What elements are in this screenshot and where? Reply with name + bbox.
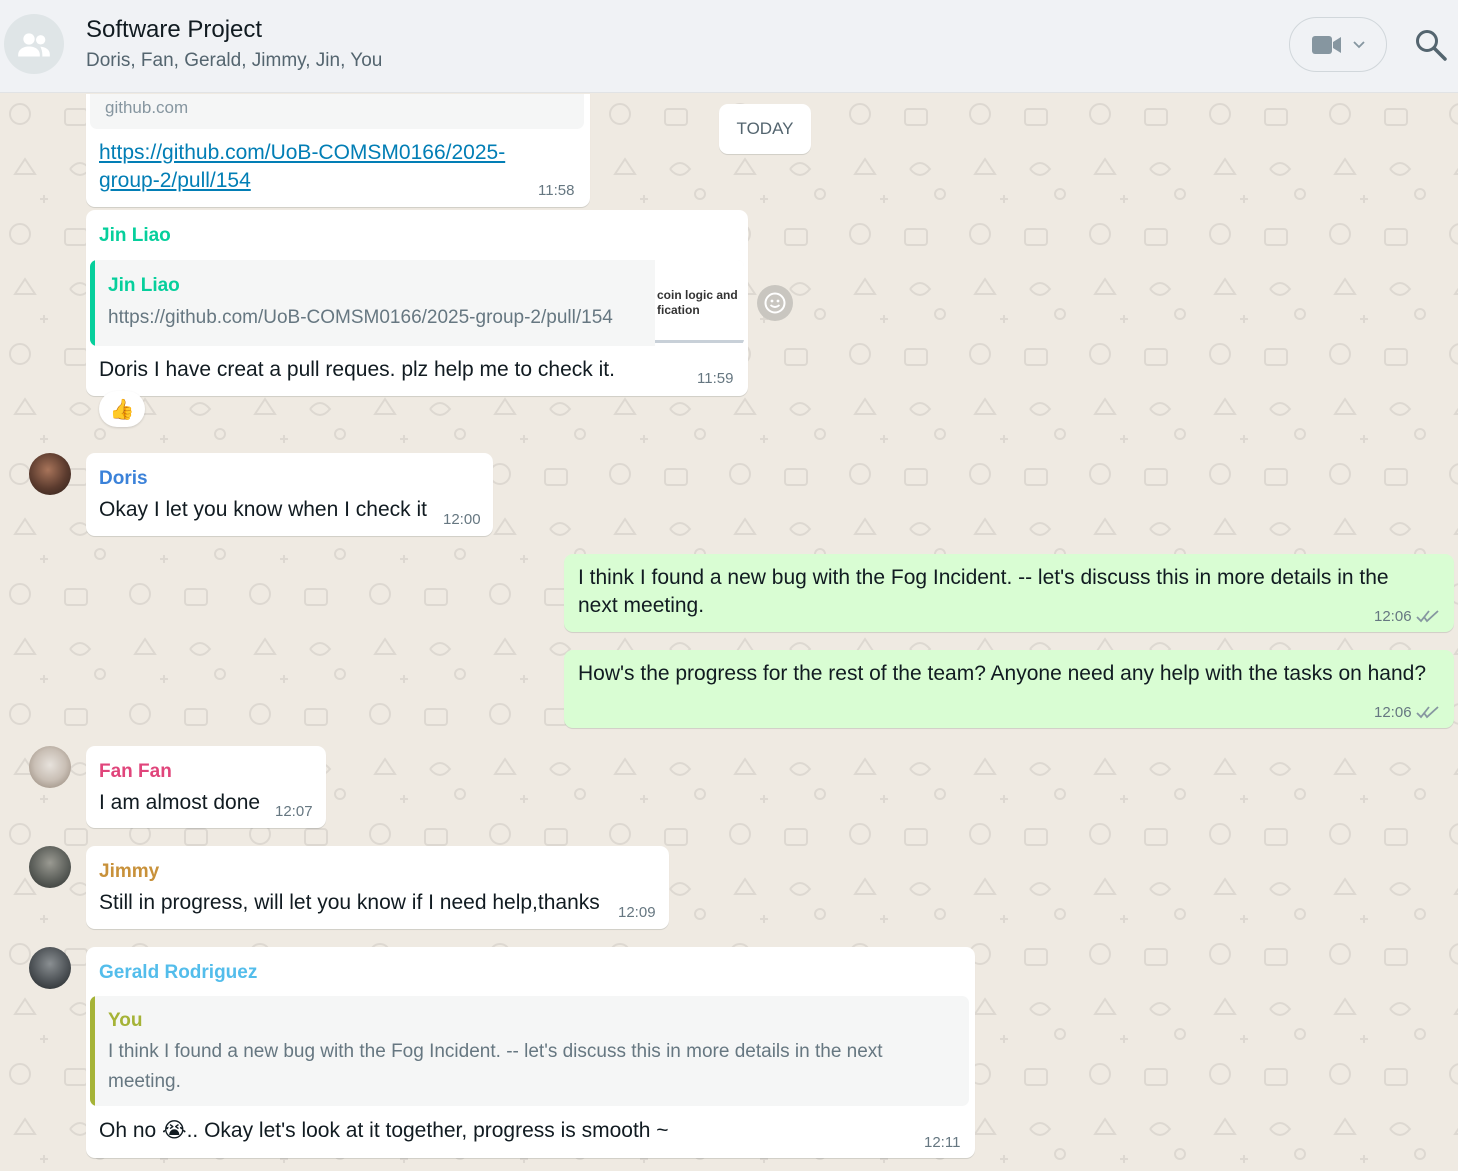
avatar[interactable] [29,453,71,495]
message-bubble[interactable]: Gerald Rodriguez You I think I found a n… [86,947,975,1158]
avatar[interactable] [29,846,71,888]
quote-text-cont: meeting. [108,1071,181,1092]
message-time: 12:11 [924,1134,961,1151]
search-icon[interactable] [1414,28,1448,62]
thumbnail-text: coin logic and [657,288,738,302]
message-time: 12:07 [275,803,313,820]
pull-request-link-cont[interactable]: group-2/pull/154 [99,167,539,195]
link-preview[interactable]: github.com [90,94,584,129]
video-camera-icon [1312,35,1341,54]
message-text[interactable]: Okay I let you know when I check it [99,496,427,524]
message-time: 12:06 [1374,608,1412,625]
sender-name[interactable]: Gerald Rodriguez [99,962,257,984]
message-bubble[interactable]: Fan Fan I am almost done 12:07 [86,746,326,828]
quote-text: I think I found a new bug with the Fog I… [108,1041,883,1062]
message-time: 12:09 [618,904,656,921]
chat-participants[interactable]: Doris, Fan, Gerald, Jimmy, Jin, You [86,50,382,72]
thumbnail-line [655,340,744,343]
read-receipt-icon [1416,610,1439,623]
sender-name[interactable]: Jin Liao [99,225,171,247]
quote-bar [90,260,95,346]
link-domain: github.com [105,98,189,117]
group-icon [18,33,50,57]
message-text[interactable]: How's the progress for the rest of the t… [578,660,1426,688]
message-time: 11:59 [697,370,734,387]
reaction-button[interactable] [757,285,793,321]
sender-name[interactable]: Fan Fan [99,761,172,783]
message-bubble[interactable]: Jimmy Still in progress, will let you kn… [86,846,669,929]
quote-text: https://github.com/UoB-COMSM0166/2025-gr… [108,307,613,328]
message-bubble[interactable]: Doris Okay I let you know when I check i… [86,453,493,536]
quoted-message[interactable]: Jin Liao https://github.com/UoB-COMSM016… [90,260,744,346]
message-text[interactable]: Oh no 😭.. Okay let's look at it together… [99,1117,669,1145]
quoted-message[interactable]: You I think I found a new bug with the F… [90,996,969,1106]
video-call-button[interactable] [1289,17,1387,72]
message-bubble[interactable]: github.com https://github.com/UoB-COMSM0… [86,94,590,207]
quote-thumbnail: coin logic and fication [655,260,744,346]
message-list[interactable]: github.com https://github.com/UoB-COMSM0… [0,94,1458,1171]
date-separator: TODAY [719,104,811,154]
read-receipt-icon [1416,706,1439,719]
avatar[interactable] [29,746,71,788]
message-text-cont[interactable]: next meeting. [578,592,704,620]
message-text[interactable]: Doris I have creat a pull reques. plz he… [99,356,615,384]
message-time: 11:58 [538,182,575,199]
chat-header: Software Project Doris, Fan, Gerald, Jim… [0,0,1458,93]
emoji-icon [764,292,786,314]
message-text[interactable]: I am almost done [99,789,260,817]
message-bubble-outgoing[interactable]: How's the progress for the rest of the t… [564,650,1454,728]
sender-name[interactable]: Doris [99,468,148,490]
quote-sender: You [108,1010,143,1031]
quote-sender: Jin Liao [108,275,180,296]
chat-title[interactable]: Software Project [86,16,262,44]
group-avatar[interactable] [4,14,64,74]
message-bubble-outgoing[interactable]: I think I found a new bug with the Fog I… [564,554,1454,632]
pull-request-link[interactable]: https://github.com/UoB-COMSM0166/2025- [99,139,539,167]
message-link[interactable]: https://github.com/UoB-COMSM0166/2025- g… [99,139,539,195]
message-text[interactable]: Still in progress, will let you know if … [99,889,600,917]
thumbnail-text: fication [657,303,700,317]
reaction-badge[interactable]: 👍 [99,391,145,427]
quote-bar [90,996,95,1106]
message-time: 12:06 [1374,704,1412,721]
message-bubble[interactable]: Jin Liao Jin Liao https://github.com/UoB… [86,210,748,396]
chevron-down-icon [1353,40,1365,48]
thumbs-up-emoji: 👍 [109,397,135,421]
sender-name[interactable]: Jimmy [99,861,159,883]
avatar[interactable] [29,947,71,989]
message-text[interactable]: I think I found a new bug with the Fog I… [578,564,1389,592]
message-time: 12:00 [443,511,481,528]
